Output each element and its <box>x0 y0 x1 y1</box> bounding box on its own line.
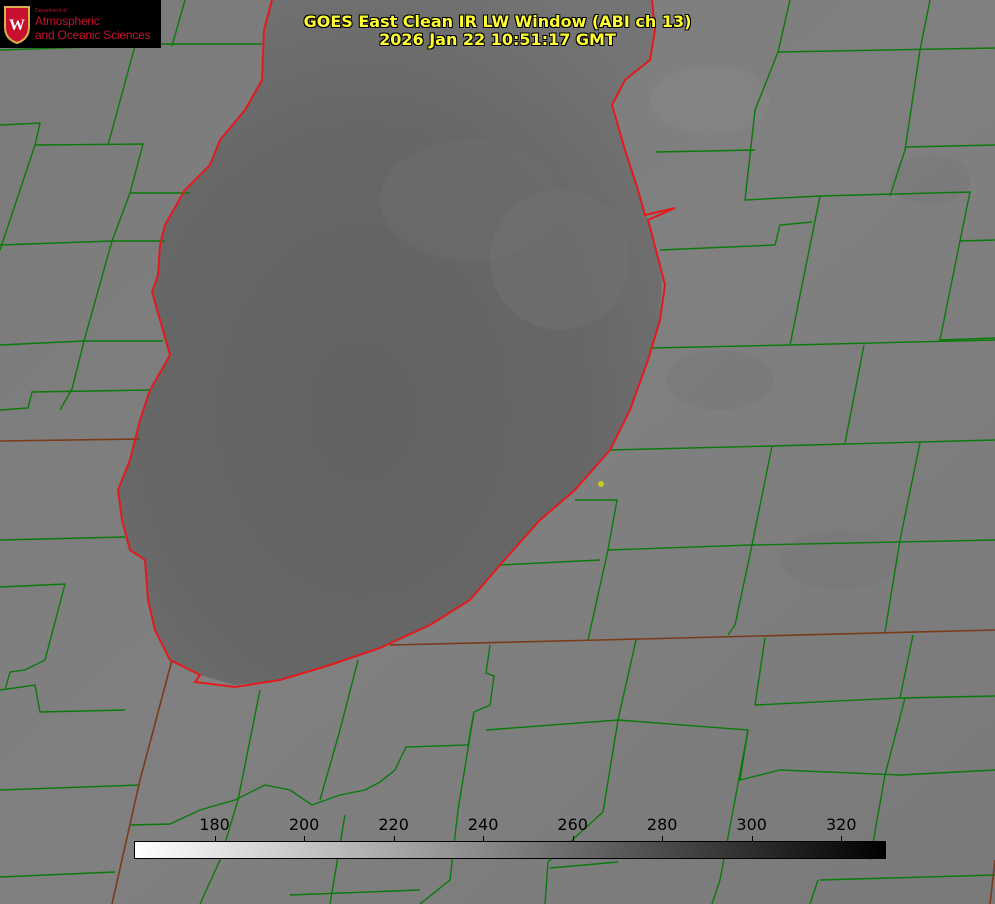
satellite-map <box>0 0 995 904</box>
temperature-colorbar <box>134 841 886 859</box>
location-marker <box>598 481 604 487</box>
colorbar-tick <box>483 836 485 842</box>
colorbar-tick-label: 180 <box>199 815 230 834</box>
colorbar-tick-label: 300 <box>736 815 767 834</box>
colorbar-tick <box>572 836 574 842</box>
colorbar-tick-label: 280 <box>646 815 678 834</box>
colorbar-tick-label: 200 <box>288 815 320 834</box>
colorbar-tick-label: 260 <box>557 815 588 834</box>
map-title: GOES East Clean IR LW Window (ABI ch 13) <box>303 12 692 31</box>
colorbar-tick <box>751 836 753 842</box>
colorbar-tick <box>214 836 216 842</box>
cloud-texture <box>665 350 775 410</box>
colorbar-tick <box>304 836 306 842</box>
lake-cloud-streaks <box>490 190 630 330</box>
colorbar-tick <box>393 836 395 842</box>
cloud-texture <box>780 530 900 590</box>
colorbar-tick <box>841 836 843 842</box>
colorbar-tick-label: 220 <box>378 815 409 834</box>
colorbar-tick-label: 240 <box>467 815 499 834</box>
cloud-texture <box>650 65 770 135</box>
cloud-texture <box>890 155 970 205</box>
colorbar-tick <box>662 836 664 842</box>
map-timestamp: 2026 Jan 22 10:51:17 GMT <box>379 30 616 49</box>
colorbar-tick-label: 320 <box>825 815 857 834</box>
